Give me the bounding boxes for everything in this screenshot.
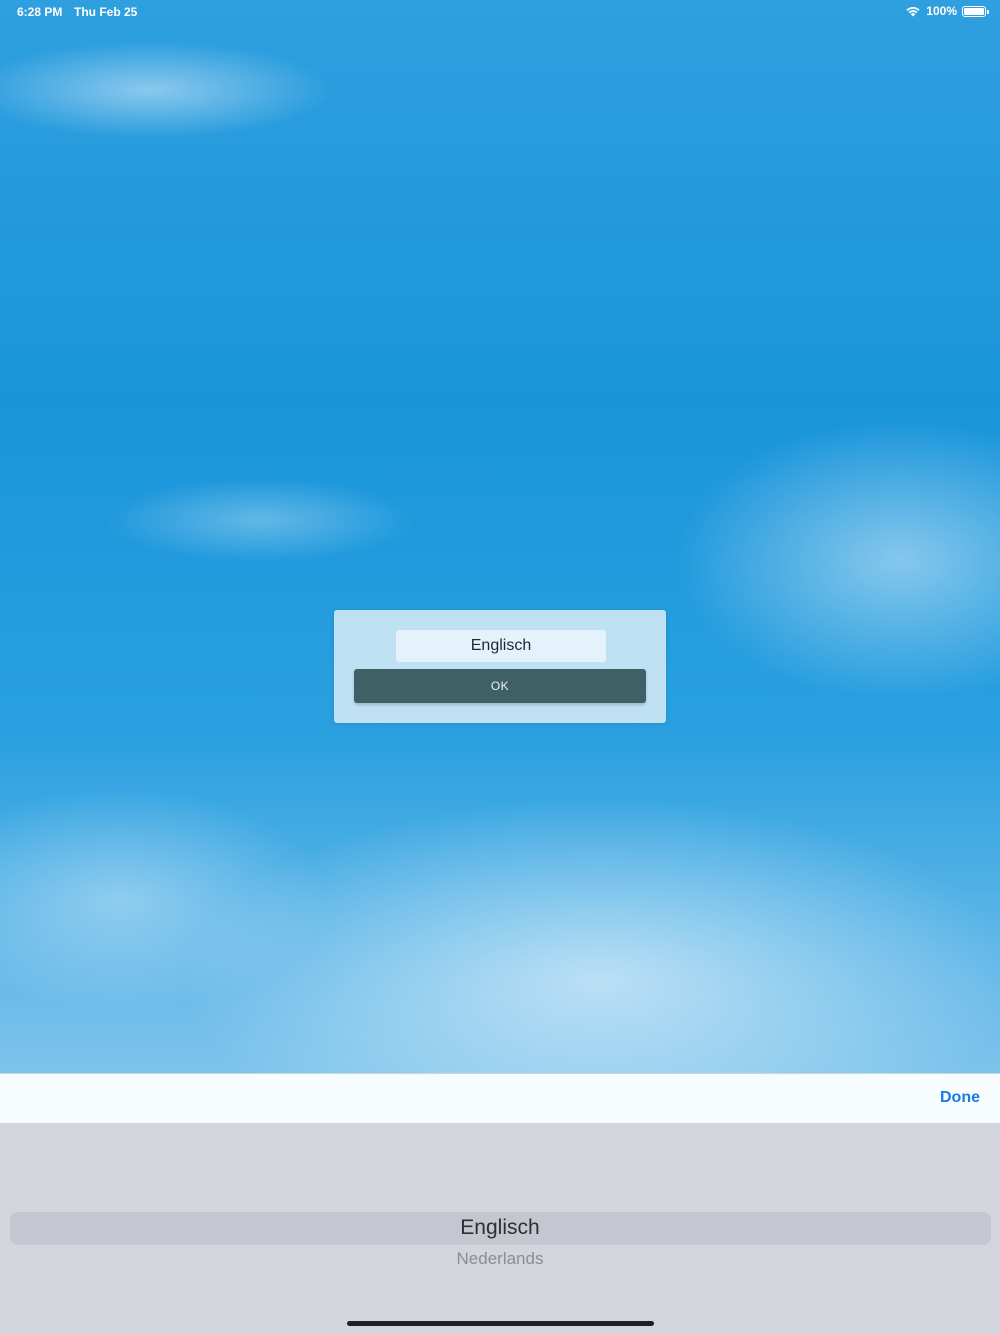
done-button[interactable]: Done (940, 1089, 980, 1107)
status-bar: 6:28 PM Thu Feb 25 100% (0, 0, 1000, 24)
app-screen: 6:28 PM Thu Feb 25 100% Englisch OK Done… (0, 0, 1000, 1334)
status-indicators: 100% (905, 4, 989, 18)
status-date: Thu Feb 25 (74, 5, 138, 19)
language-picker-wheel[interactable]: Englisch Nederlands (0, 1123, 1000, 1334)
picker-toolbar: Done (0, 1073, 1000, 1123)
home-indicator[interactable] (347, 1321, 654, 1326)
battery-percentage: 100% (926, 4, 957, 18)
wifi-icon (906, 7, 920, 17)
language-dialog: Englisch OK (334, 610, 666, 723)
language-select-field[interactable]: Englisch (396, 630, 606, 662)
battery-level (964, 7, 984, 15)
status-time: 6:28 PM (17, 5, 63, 19)
battery-icon (962, 5, 989, 17)
picker-option-selected[interactable]: Englisch (0, 1216, 1000, 1240)
picker-option[interactable]: Nederlands (0, 1249, 1000, 1269)
ok-button[interactable]: OK (354, 669, 646, 703)
